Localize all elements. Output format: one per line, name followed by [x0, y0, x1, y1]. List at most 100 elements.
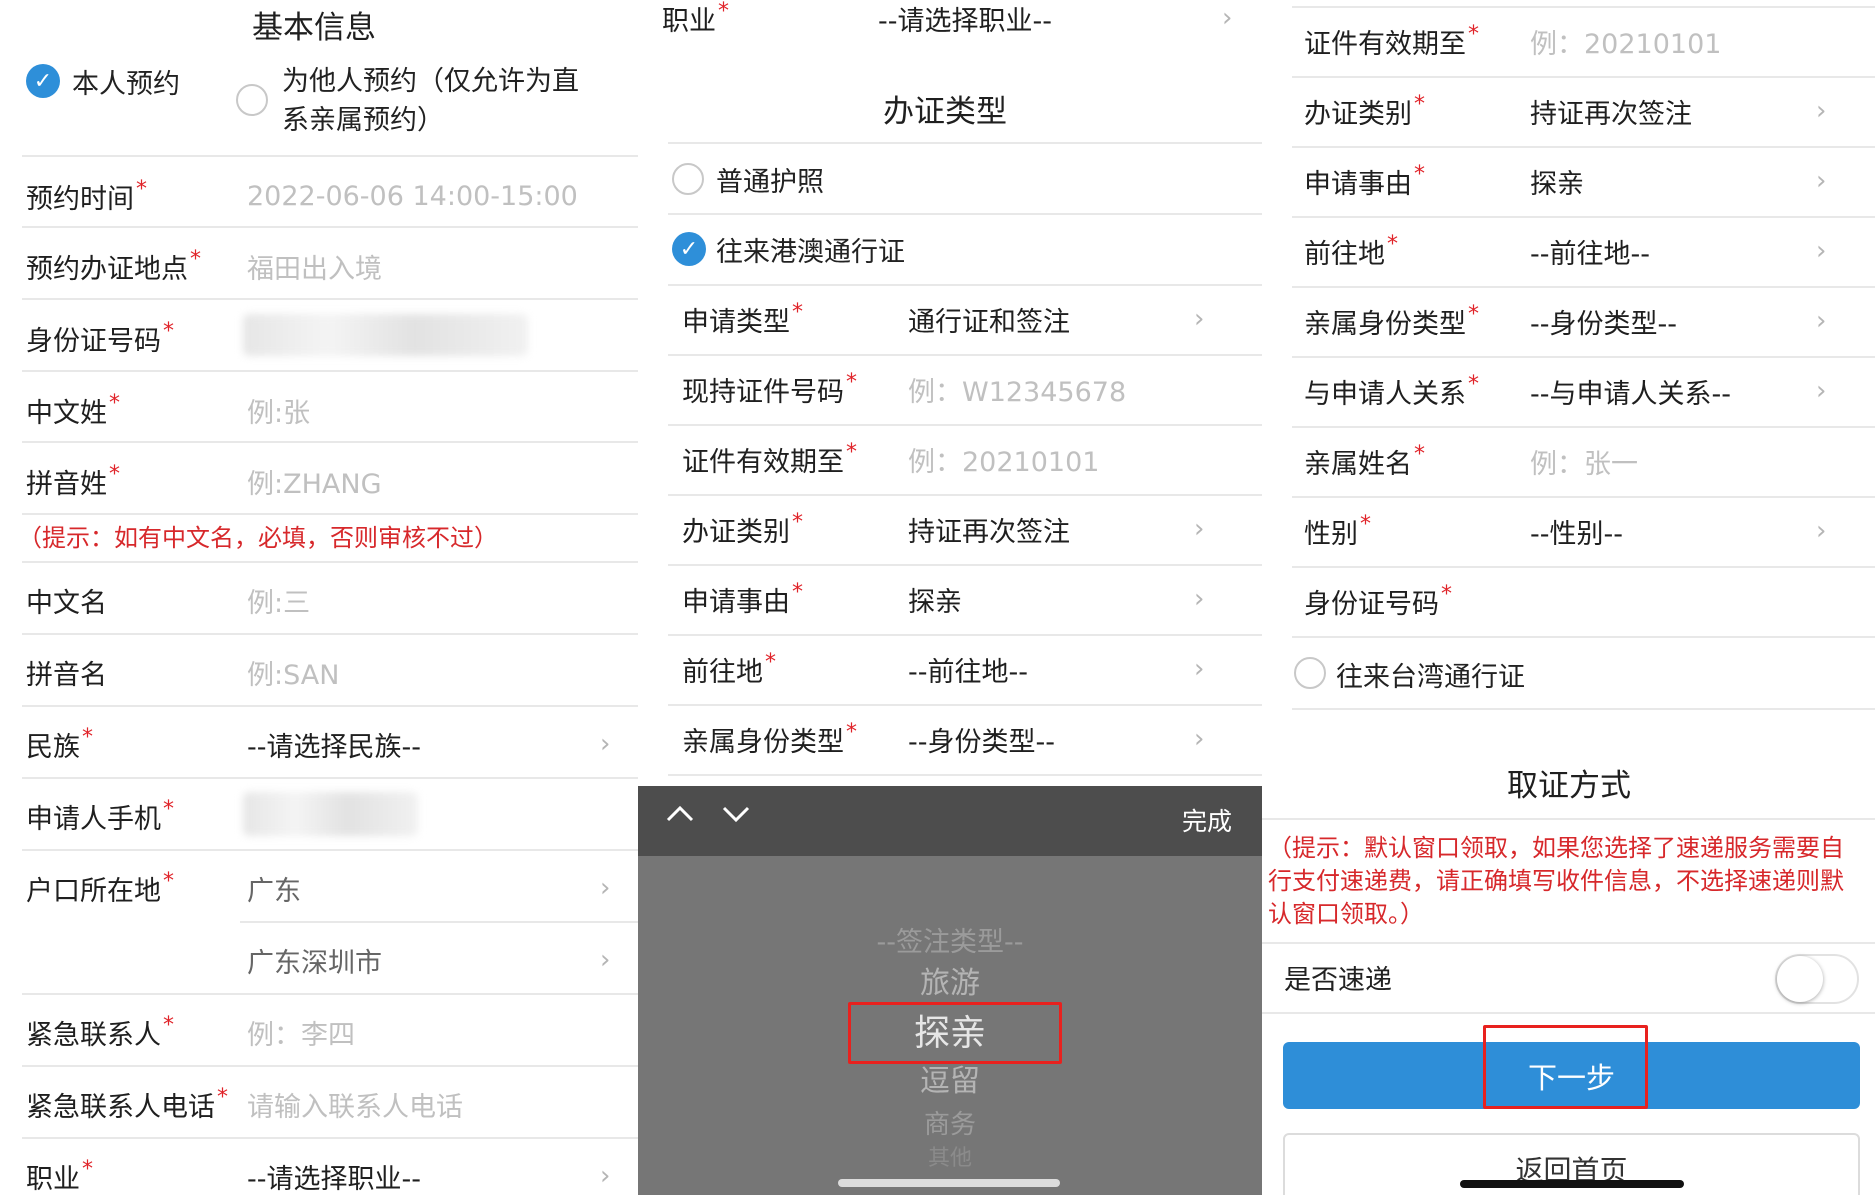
chevron-right-icon: ›: [600, 873, 611, 903]
row-appointment-time[interactable]: 预约时间* 2022-06-06 14:00-15:00: [0, 160, 638, 232]
chevron-right-icon: ›: [1816, 166, 1827, 196]
pinyin-given-name-input[interactable]: 例:SAN: [247, 653, 339, 692]
row-chinese-given-name[interactable]: 中文名 例:三: [0, 564, 638, 636]
relative-name-input[interactable]: 例：张一: [1530, 442, 1638, 481]
radio-taiwan-permit[interactable]: [1294, 657, 1326, 689]
row-applicant-phone[interactable]: 申请人手机*: [0, 780, 638, 852]
row-household-city[interactable]: 广东深圳市 ›: [0, 924, 638, 996]
section-title-basic-info: 基本信息: [252, 10, 376, 46]
relative-id-type-select[interactable]: --身份类型--: [1530, 302, 1677, 341]
option-hk-macau-permit[interactable]: 往来港澳通行证: [716, 230, 905, 269]
chevron-right-icon: ›: [1194, 584, 1205, 614]
row-household-province[interactable]: 户口所在地* 广东 ›: [0, 852, 638, 924]
application-reason-select[interactable]: 探亲: [1530, 162, 1584, 201]
chinese-surname-input[interactable]: 例:张: [247, 391, 310, 430]
row-ethnicity[interactable]: 民族* --请选择民族-- ›: [0, 708, 638, 780]
phone-blurred: [243, 792, 418, 836]
row-permit-expiry[interactable]: 证件有效期至* 例：20210101: [1262, 6, 1875, 76]
application-type-select[interactable]: 通行证和签注: [908, 300, 1070, 339]
row-current-permit-number[interactable]: 现持证件号码* 例：W12345678: [638, 354, 1262, 424]
chevron-down-icon[interactable]: [720, 798, 752, 838]
row-relative-id-type[interactable]: 亲属身份类型* --身份类型-- ›: [638, 704, 1262, 774]
permit-expiry-input[interactable]: 例：20210101: [908, 440, 1099, 479]
row-gender[interactable]: 性别* --性别-- ›: [1262, 496, 1875, 566]
chevron-right-icon: ›: [1816, 516, 1827, 546]
picker-done-button[interactable]: 完成: [1182, 802, 1232, 838]
occupation-select[interactable]: --请选择职业--: [878, 0, 1052, 38]
row-pinyin-given-name[interactable]: 拼音名 例:SAN: [0, 636, 638, 708]
option-other-booking[interactable]: 为他人预约（仅允许为直 系亲属预约）: [282, 62, 579, 140]
emergency-contact-input[interactable]: 例：李四: [247, 1013, 355, 1052]
chevron-right-icon: ›: [600, 1161, 611, 1191]
chevron-right-icon: ›: [600, 729, 611, 759]
highlight-next-box: [1483, 1025, 1648, 1109]
relative-id-type-select[interactable]: --身份类型--: [908, 720, 1055, 759]
chevron-right-icon: ›: [1194, 304, 1205, 334]
express-label: 是否速递: [1284, 965, 1392, 996]
ethnicity-select[interactable]: --请选择民族--: [247, 725, 421, 764]
row-pinyin-surname[interactable]: 拼音姓* 例:ZHANG: [0, 445, 638, 517]
chinese-given-name-input[interactable]: 例:三: [247, 581, 310, 620]
row-relative-id-number[interactable]: 身份证号码*: [1262, 566, 1875, 636]
hint-express: （提示：默认窗口领取，如果您选择了速递服务需要自 行支付速递费，请正确填写收件信…: [1268, 834, 1844, 928]
permit-expiry-input[interactable]: 例：20210101: [1530, 22, 1721, 61]
row-certificate-category[interactable]: 办证类别* 持证再次签注 ›: [1262, 76, 1875, 146]
row-chinese-surname[interactable]: 中文姓* 例:张: [0, 374, 638, 446]
row-application-type[interactable]: 申请类型* 通行证和签注 ›: [638, 284, 1262, 354]
row-emergency-contact[interactable]: 紧急联系人* 例：李四: [0, 996, 638, 1068]
relationship-select[interactable]: --与申请人关系--: [1530, 372, 1731, 411]
panel-certificate-type: 职业* --请选择职业-- › 办证类型 普通护照 ✓ 往来港澳通行证 申请类型…: [638, 0, 1262, 1195]
option-passport[interactable]: 普通护照: [716, 160, 824, 199]
endorsement-type-picker[interactable]: 完成 --签注类型-- 旅游 探亲 逗留 商务 其他: [638, 786, 1262, 1195]
gender-select[interactable]: --性别--: [1530, 512, 1623, 551]
option-taiwan-permit[interactable]: 往来台湾通行证: [1336, 655, 1525, 694]
picker-option[interactable]: 商务: [638, 1104, 1262, 1141]
radio-other-booking[interactable]: [236, 84, 268, 116]
row-occupation[interactable]: 职业* --请选择职业-- ›: [638, 0, 1262, 54]
section-title-certificate-type: 办证类型: [883, 94, 1007, 130]
row-relationship[interactable]: 与申请人关系* --与申请人关系-- ›: [1262, 356, 1875, 426]
chevron-up-icon[interactable]: [664, 798, 696, 838]
row-permit-expiry[interactable]: 证件有效期至* 例：20210101: [638, 424, 1262, 494]
check-icon[interactable]: ✓: [26, 64, 60, 98]
row-application-reason[interactable]: 申请事由* 探亲 ›: [1262, 146, 1875, 216]
row-id-number[interactable]: 身份证号码*: [0, 302, 638, 374]
household-province-select[interactable]: 广东: [247, 869, 301, 908]
row-occupation[interactable]: 职业* --请选择职业-- ›: [0, 1140, 638, 1195]
row-appointment-location[interactable]: 预约办证地点* 福田出入境: [0, 230, 638, 302]
row-emergency-phone[interactable]: 紧急联系人电话* 请输入联系人电话: [0, 1068, 638, 1140]
row-certificate-category[interactable]: 办证类别* 持证再次签注 ›: [638, 494, 1262, 564]
express-toggle[interactable]: [1775, 954, 1859, 1004]
certificate-category-select[interactable]: 持证再次签注: [908, 510, 1070, 549]
picker-option[interactable]: 其他: [638, 1140, 1262, 1172]
home-indicator: [838, 1179, 1060, 1187]
home-indicator: [1460, 1180, 1684, 1188]
chevron-right-icon: ›: [1816, 306, 1827, 336]
permit-number-input[interactable]: 例：W12345678: [908, 370, 1126, 409]
picker-option[interactable]: --签注类型--: [638, 920, 1262, 959]
destination-select[interactable]: --前往地--: [908, 650, 1028, 689]
id-number-blurred: [243, 314, 528, 356]
certificate-category-select[interactable]: 持证再次签注: [1530, 92, 1692, 131]
household-city-select[interactable]: 广东深圳市: [247, 941, 382, 980]
chevron-right-icon: ›: [1816, 96, 1827, 126]
chevron-right-icon: ›: [600, 945, 611, 975]
radio-passport[interactable]: [672, 163, 704, 195]
row-destination[interactable]: 前往地* --前往地-- ›: [638, 634, 1262, 704]
panel-basic-info: 基本信息 ✓ 本人预约 为他人预约（仅允许为直 系亲属预约） 预约时间* 202…: [0, 0, 638, 1195]
row-destination[interactable]: 前往地* --前往地-- ›: [1262, 216, 1875, 286]
row-relative-name[interactable]: 亲属姓名* 例：张一: [1262, 426, 1875, 496]
appointment-location-value: 福田出入境: [247, 253, 382, 285]
emergency-phone-input[interactable]: 请输入联系人电话: [247, 1085, 463, 1124]
row-application-reason[interactable]: 申请事由* 探亲 ›: [638, 564, 1262, 634]
destination-select[interactable]: --前往地--: [1530, 232, 1650, 271]
pinyin-surname-input[interactable]: 例:ZHANG: [247, 462, 382, 501]
application-reason-select[interactable]: 探亲: [908, 580, 962, 619]
check-icon[interactable]: ✓: [672, 232, 706, 266]
hint-chinese-name: （提示：如有中文名，必填，否则审核不过）: [18, 524, 498, 552]
chevron-right-icon: ›: [1194, 514, 1205, 544]
occupation-select[interactable]: --请选择职业--: [247, 1157, 421, 1195]
row-relative-id-type[interactable]: 亲属身份类型* --身份类型-- ›: [1262, 286, 1875, 356]
option-self-booking[interactable]: 本人预约: [72, 62, 180, 101]
picker-option[interactable]: 旅游: [638, 958, 1262, 1002]
